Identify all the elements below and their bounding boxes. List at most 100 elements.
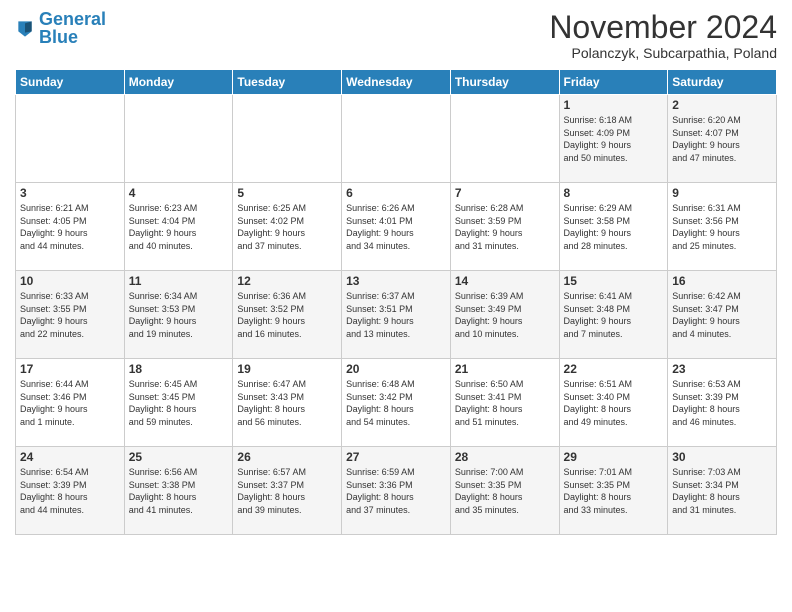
calendar-week-1: 1 Sunrise: 6:18 AMSunset: 4:09 PMDaylight…	[16, 95, 777, 183]
day-info: Sunrise: 6:34 AMSunset: 3:53 PMDaylight:…	[129, 290, 229, 340]
calendar-cell: 25 Sunrise: 6:56 AMSunset: 3:38 PMDayligh…	[124, 447, 233, 535]
location: Polanczyk, Subcarpathia, Poland	[549, 45, 777, 61]
logo: General Blue	[15, 10, 106, 46]
calendar-cell: 15Sunrise: 6:41 AMSunset: 3:48 PMDayligh…	[559, 271, 668, 359]
day-info: Sunrise: 6:42 AMSunset: 3:47 PMDaylight:…	[672, 290, 772, 340]
calendar-cell: 9 Sunrise: 6:31 AMSunset: 3:56 PMDaylight…	[668, 183, 777, 271]
calendar-cell: 27 Sunrise: 6:59 AMSunset: 3:36 PMDayligh…	[342, 447, 451, 535]
calendar-cell: 18 Sunrise: 6:45 AMSunset: 3:45 PMDayligh…	[124, 359, 233, 447]
col-tuesday: Tuesday	[233, 70, 342, 95]
day-info: Sunrise: 6:41 AMSunset: 3:48 PMDaylight:…	[564, 290, 664, 340]
calendar-cell	[16, 95, 125, 183]
day-number: 6	[346, 186, 446, 200]
day-number: 5	[237, 186, 337, 200]
calendar-cell	[233, 95, 342, 183]
calendar-week-5: 24Sunrise: 6:54 AMSunset: 3:39 PMDayligh…	[16, 447, 777, 535]
month-title: November 2024	[549, 10, 777, 45]
day-info: Sunrise: 6:51 AMSunset: 3:40 PMDaylight:…	[564, 378, 664, 428]
title-block: November 2024 Polanczyk, Subcarpathia, P…	[549, 10, 777, 61]
day-info: Sunrise: 6:36 AMSunset: 3:52 PMDaylight:…	[237, 290, 337, 340]
day-info: Sunrise: 6:23 AMSunset: 4:04 PMDaylight:…	[129, 202, 229, 252]
calendar-cell: 5 Sunrise: 6:25 AMSunset: 4:02 PMDaylight…	[233, 183, 342, 271]
day-info: Sunrise: 6:26 AMSunset: 4:01 PMDaylight:…	[346, 202, 446, 252]
day-number: 3	[20, 186, 120, 200]
day-number: 7	[455, 186, 555, 200]
day-info: Sunrise: 6:21 AMSunset: 4:05 PMDaylight:…	[20, 202, 120, 252]
day-info: Sunrise: 6:53 AMSunset: 3:39 PMDaylight:…	[672, 378, 772, 428]
day-number: 11	[129, 274, 229, 288]
calendar-cell: 13Sunrise: 6:37 AMSunset: 3:51 PMDayligh…	[342, 271, 451, 359]
day-info: Sunrise: 6:20 AMSunset: 4:07 PMDaylight:…	[672, 114, 772, 164]
day-info: Sunrise: 6:18 AMSunset: 4:09 PMDaylight:…	[564, 114, 664, 164]
calendar-cell: 30 Sunrise: 7:03 AMSunset: 3:34 PMDayligh…	[668, 447, 777, 535]
logo-icon	[15, 18, 35, 38]
calendar-cell: 14Sunrise: 6:39 AMSunset: 3:49 PMDayligh…	[450, 271, 559, 359]
calendar-cell: 17Sunrise: 6:44 AMSunset: 3:46 PMDayligh…	[16, 359, 125, 447]
day-number: 4	[129, 186, 229, 200]
calendar-cell: 16 Sunrise: 6:42 AMSunset: 3:47 PMDayligh…	[668, 271, 777, 359]
day-number: 14	[455, 274, 555, 288]
calendar-cell: 21 Sunrise: 6:50 AMSunset: 3:41 PMDayligh…	[450, 359, 559, 447]
calendar-cell: 20 Sunrise: 6:48 AMSunset: 3:42 PMDayligh…	[342, 359, 451, 447]
calendar-cell	[124, 95, 233, 183]
day-number: 9	[672, 186, 772, 200]
col-monday: Monday	[124, 70, 233, 95]
calendar-cell	[450, 95, 559, 183]
calendar-cell: 7 Sunrise: 6:28 AMSunset: 3:59 PMDaylight…	[450, 183, 559, 271]
calendar: Sunday Monday Tuesday Wednesday Thursday…	[15, 69, 777, 535]
calendar-cell: 2 Sunrise: 6:20 AMSunset: 4:07 PMDaylight…	[668, 95, 777, 183]
day-number: 1	[564, 98, 664, 112]
day-number: 23	[672, 362, 772, 376]
calendar-cell: 24Sunrise: 6:54 AMSunset: 3:39 PMDayligh…	[16, 447, 125, 535]
day-info: Sunrise: 6:45 AMSunset: 3:45 PMDaylight:…	[129, 378, 229, 428]
day-number: 13	[346, 274, 446, 288]
calendar-cell: 22 Sunrise: 6:51 AMSunset: 3:40 PMDayligh…	[559, 359, 668, 447]
day-info: Sunrise: 6:57 AMSunset: 3:37 PMDaylight:…	[237, 466, 337, 516]
day-info: Sunrise: 6:48 AMSunset: 3:42 PMDaylight:…	[346, 378, 446, 428]
calendar-cell: 12Sunrise: 6:36 AMSunset: 3:52 PMDayligh…	[233, 271, 342, 359]
day-info: Sunrise: 6:59 AMSunset: 3:36 PMDaylight:…	[346, 466, 446, 516]
day-number: 8	[564, 186, 664, 200]
day-info: Sunrise: 6:50 AMSunset: 3:41 PMDaylight:…	[455, 378, 555, 428]
calendar-cell: 29Sunrise: 7:01 AMSunset: 3:35 PMDayligh…	[559, 447, 668, 535]
day-number: 28	[455, 450, 555, 464]
logo-blue: Blue	[39, 27, 78, 47]
day-info: Sunrise: 6:25 AMSunset: 4:02 PMDaylight:…	[237, 202, 337, 252]
col-wednesday: Wednesday	[342, 70, 451, 95]
calendar-cell	[342, 95, 451, 183]
calendar-week-3: 10 Sunrise: 6:33 AMSunset: 3:55 PMDayligh…	[16, 271, 777, 359]
logo-text: General Blue	[39, 10, 106, 46]
day-info: Sunrise: 6:56 AMSunset: 3:38 PMDaylight:…	[129, 466, 229, 516]
calendar-header-row: Sunday Monday Tuesday Wednesday Thursday…	[16, 70, 777, 95]
calendar-cell: 28 Sunrise: 7:00 AMSunset: 3:35 PMDayligh…	[450, 447, 559, 535]
day-number: 2	[672, 98, 772, 112]
day-number: 24	[20, 450, 120, 464]
calendar-cell: 26Sunrise: 6:57 AMSunset: 3:37 PMDayligh…	[233, 447, 342, 535]
day-info: Sunrise: 7:00 AMSunset: 3:35 PMDaylight:…	[455, 466, 555, 516]
day-number: 30	[672, 450, 772, 464]
day-number: 16	[672, 274, 772, 288]
day-info: Sunrise: 6:29 AMSunset: 3:58 PMDaylight:…	[564, 202, 664, 252]
day-number: 21	[455, 362, 555, 376]
day-info: Sunrise: 6:31 AMSunset: 3:56 PMDaylight:…	[672, 202, 772, 252]
day-number: 22	[564, 362, 664, 376]
calendar-cell: 10 Sunrise: 6:33 AMSunset: 3:55 PMDayligh…	[16, 271, 125, 359]
day-number: 10	[20, 274, 120, 288]
calendar-cell: 1 Sunrise: 6:18 AMSunset: 4:09 PMDaylight…	[559, 95, 668, 183]
day-number: 20	[346, 362, 446, 376]
col-saturday: Saturday	[668, 70, 777, 95]
col-sunday: Sunday	[16, 70, 125, 95]
day-number: 19	[237, 362, 337, 376]
day-info: Sunrise: 7:03 AMSunset: 3:34 PMDaylight:…	[672, 466, 772, 516]
col-thursday: Thursday	[450, 70, 559, 95]
day-info: Sunrise: 6:28 AMSunset: 3:59 PMDaylight:…	[455, 202, 555, 252]
day-number: 25	[129, 450, 229, 464]
day-number: 27	[346, 450, 446, 464]
calendar-week-4: 17Sunrise: 6:44 AMSunset: 3:46 PMDayligh…	[16, 359, 777, 447]
calendar-week-2: 3 Sunrise: 6:21 AMSunset: 4:05 PMDaylight…	[16, 183, 777, 271]
day-info: Sunrise: 6:33 AMSunset: 3:55 PMDaylight:…	[20, 290, 120, 340]
logo-general: General	[39, 9, 106, 29]
calendar-cell: 11 Sunrise: 6:34 AMSunset: 3:53 PMDayligh…	[124, 271, 233, 359]
day-number: 18	[129, 362, 229, 376]
calendar-cell: 4 Sunrise: 6:23 AMSunset: 4:04 PMDaylight…	[124, 183, 233, 271]
